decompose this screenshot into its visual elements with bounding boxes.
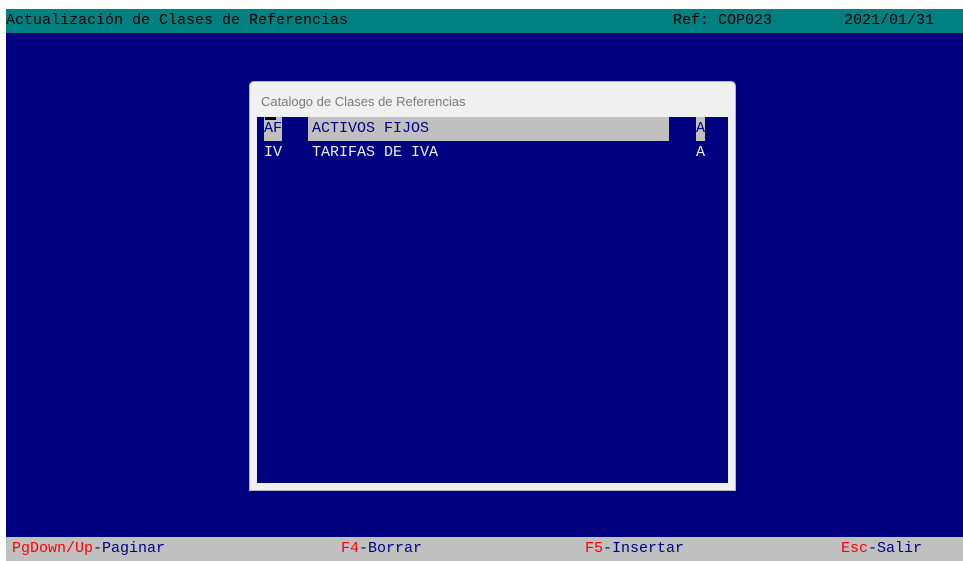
hint-key: Esc: [841, 540, 869, 557]
catalog-dialog: Catalogo de Clases de Referencias AF ACT…: [249, 81, 736, 491]
function-key-bar: PgDown/Up-Paginar F4-Borrar F5-Insertar …: [6, 537, 963, 561]
item-status: A: [696, 144, 706, 161]
text-cursor: [265, 117, 276, 120]
list-item[interactable]: IV TARIFAS DE IVA A: [257, 141, 728, 165]
item-code: AF: [264, 117, 283, 141]
hint-delete[interactable]: F4-Borrar: [341, 537, 422, 561]
catalog-list[interactable]: AF ACTIVOS FIJOS A IV TARIFAS DE IVA A: [257, 117, 728, 483]
hint-key: F4: [341, 540, 360, 557]
screen-title: Actualización de Clases de Referencias: [6, 12, 349, 29]
list-item[interactable]: AF ACTIVOS FIJOS A: [257, 117, 728, 141]
hint-label: -Salir: [868, 540, 923, 557]
reference-code: Ref: COP023: [673, 12, 773, 29]
item-status: A: [696, 117, 706, 141]
hint-label: -Paginar: [93, 540, 166, 557]
hint-label: -Insertar: [603, 540, 685, 557]
hint-key: PgDown/Up: [12, 540, 94, 557]
hint-key: F5: [585, 540, 604, 557]
hint-insert[interactable]: F5-Insertar: [585, 537, 684, 561]
item-name: TARIFAS DE IVA: [312, 144, 439, 161]
title-bar: Actualización de Clases de Referencias R…: [6, 9, 963, 33]
terminal-screen: Actualización de Clases de Referencias R…: [6, 9, 963, 561]
hint-paginate[interactable]: PgDown/Up-Paginar: [12, 537, 165, 561]
item-code: IV: [264, 144, 283, 161]
item-name: ACTIVOS FIJOS: [308, 117, 669, 141]
hint-label: -Borrar: [359, 540, 423, 557]
screen-date: 2021/01/31: [844, 12, 935, 29]
dialog-title: Catalogo de Clases de Referencias: [261, 94, 466, 109]
hint-exit[interactable]: Esc-Salir: [841, 537, 922, 561]
